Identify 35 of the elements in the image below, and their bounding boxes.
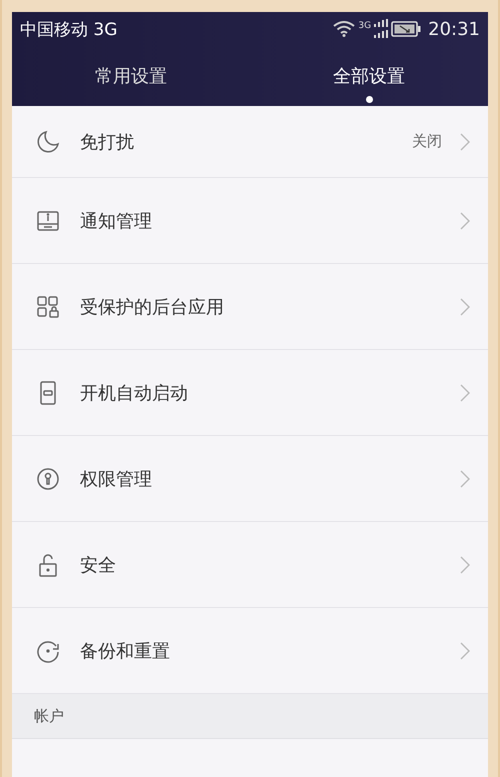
row-label: 安全 bbox=[80, 554, 117, 576]
settings-tab[interactable]: 常用设置 bbox=[12, 43, 250, 109]
row-label: 受保护的后台应用 bbox=[80, 296, 225, 318]
settings-row[interactable]: 通知管理 bbox=[12, 178, 488, 264]
chevron-icon bbox=[460, 298, 470, 316]
carrier-name: 中国移动 3G bbox=[20, 18, 118, 40]
row-label: 开机自动启动 bbox=[80, 382, 189, 404]
settings-row[interactable]: 安全 bbox=[12, 522, 488, 608]
row-label: 免打扰 bbox=[80, 130, 135, 154]
settings-row[interactable]: 免打扰 关闭 bbox=[12, 106, 488, 178]
row-label: 通知管理 bbox=[80, 210, 153, 232]
settings-tab[interactable]: 全部设置 bbox=[250, 43, 488, 109]
settings-row[interactable]: 权限管理 bbox=[12, 436, 488, 522]
battery-icon bbox=[391, 21, 422, 37]
chevron-icon bbox=[460, 556, 470, 574]
signal-icon bbox=[374, 19, 388, 39]
refresh-icon bbox=[36, 638, 60, 662]
row-label: 权限管理 bbox=[80, 468, 153, 490]
notification-icon bbox=[36, 208, 60, 232]
chevron-icon bbox=[460, 212, 470, 230]
clock-time: 20:31 bbox=[428, 18, 480, 40]
chevron-icon bbox=[460, 132, 470, 150]
apps-lock-icon bbox=[36, 294, 60, 318]
settings-row[interactable]: 受保护的后台应用 bbox=[12, 264, 488, 350]
network-label: 3G bbox=[358, 20, 372, 30]
row-value: 关闭 bbox=[412, 132, 442, 151]
row-label: 备份和重置 bbox=[80, 640, 171, 662]
chevron-icon bbox=[460, 384, 470, 402]
moon-icon bbox=[36, 130, 60, 154]
settings-row[interactable]: 开机自动启动 bbox=[12, 350, 488, 436]
chevron-icon bbox=[460, 470, 470, 488]
wifi-icon bbox=[333, 21, 356, 37]
chevron-icon bbox=[460, 642, 470, 660]
keyhole-icon bbox=[36, 466, 60, 490]
section-title: 帐户 bbox=[34, 706, 64, 726]
